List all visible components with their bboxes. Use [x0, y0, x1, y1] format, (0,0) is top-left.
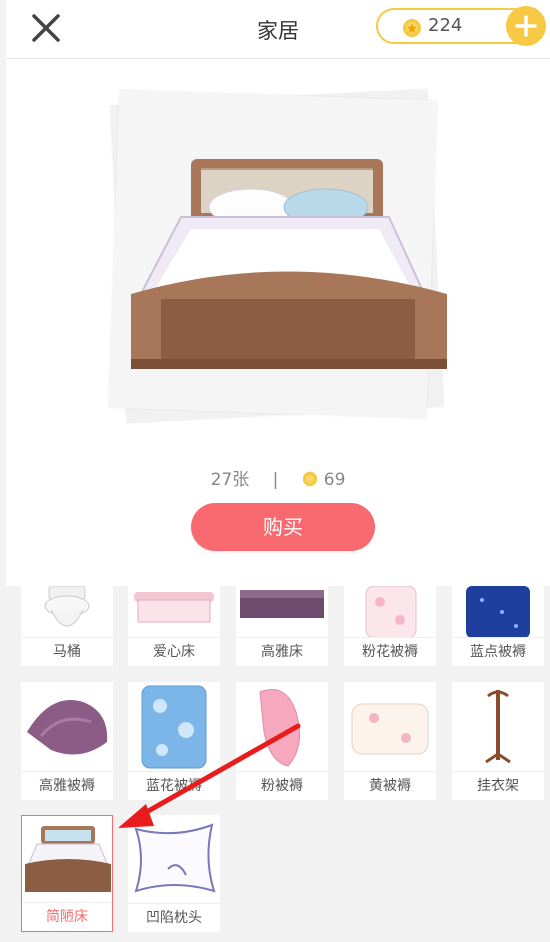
grid-item-simple-bed[interactable]: 简陋床: [21, 815, 113, 932]
header-bar: 家居 224: [6, 0, 550, 59]
coin-icon: [403, 19, 421, 37]
item-label: 简陋床: [22, 902, 112, 931]
grid-item-elegant-bedding[interactable]: 高雅被褥: [21, 682, 113, 800]
bed-preview-image: [131, 159, 447, 369]
toilet-icon: [44, 586, 90, 627]
item-label: 挂衣架: [452, 771, 544, 800]
coat-rack-icon: [485, 690, 511, 764]
grid-item-sunken-pillow[interactable]: 凹陷枕头: [128, 815, 220, 932]
item-label: 蓝花被褥: [128, 771, 220, 800]
meta-separator: |: [272, 470, 279, 490]
blue-dot-bedding-icon: [466, 586, 530, 638]
pink-bedding-icon: [259, 689, 301, 767]
buy-button[interactable]: 购买: [191, 503, 375, 551]
item-price: 69: [323, 470, 346, 490]
grid-item-elegant-bed[interactable]: 高雅床: [236, 586, 328, 666]
grid-item-blue-floral-bedding[interactable]: 蓝花被褥: [128, 682, 220, 800]
item-label: 蓝点被褥: [452, 637, 544, 666]
item-label: 粉被褥: [236, 771, 328, 800]
plus-icon: [515, 15, 537, 37]
sunken-pillow-icon: [134, 823, 216, 893]
blue-floral-bedding-icon: [141, 685, 207, 769]
item-preview: 27张 | 69 购买: [6, 59, 550, 586]
grid-item-coat-rack[interactable]: 挂衣架: [452, 682, 544, 800]
elegant-bed-icon: [240, 590, 324, 618]
grid-item-toilet[interactable]: 马桶: [21, 586, 113, 666]
yellow-bedding-icon: [351, 703, 429, 755]
item-label: 凹陷枕头: [128, 903, 220, 932]
grid-item-pink-bedding[interactable]: 粉被褥: [236, 682, 328, 800]
item-label: 爱心床: [128, 637, 220, 666]
heart-bed-icon: [134, 592, 214, 623]
item-label: 粉花被褥: [344, 637, 436, 666]
item-count: 27张: [210, 470, 250, 490]
grid-item-blue-dot-bedding[interactable]: 蓝点被褥: [452, 586, 544, 666]
grid-item-pink-floral-bedding[interactable]: 粉花被褥: [344, 586, 436, 666]
page: 家居 224 27张 | 69 购买 马桶 爱心床 高雅床 粉花被褥 蓝点被褥 …: [6, 0, 550, 942]
add-coins-button[interactable]: [506, 6, 546, 46]
coin-icon: [302, 471, 317, 487]
item-label: 高雅床: [236, 637, 328, 666]
furniture-grid: 马桶 爱心床 高雅床 粉花被褥 蓝点被褥 高雅被褥 蓝花被褥 粉被褥 黄被褥 挂…: [6, 586, 550, 942]
item-label: 高雅被褥: [21, 771, 113, 800]
simple-bed-icon: [25, 826, 111, 892]
coin-count: 224: [428, 15, 463, 36]
elegant-bedding-icon: [27, 700, 108, 755]
pink-floral-bedding-icon: [365, 586, 417, 638]
item-label: 马桶: [21, 637, 113, 666]
grid-item-yellow-bedding[interactable]: 黄被褥: [344, 682, 436, 800]
item-label: 黄被褥: [344, 771, 436, 800]
coin-balance: 224: [376, 6, 546, 46]
grid-item-heart-bed[interactable]: 爱心床: [128, 586, 220, 666]
item-meta: 27张 | 69: [6, 465, 550, 490]
